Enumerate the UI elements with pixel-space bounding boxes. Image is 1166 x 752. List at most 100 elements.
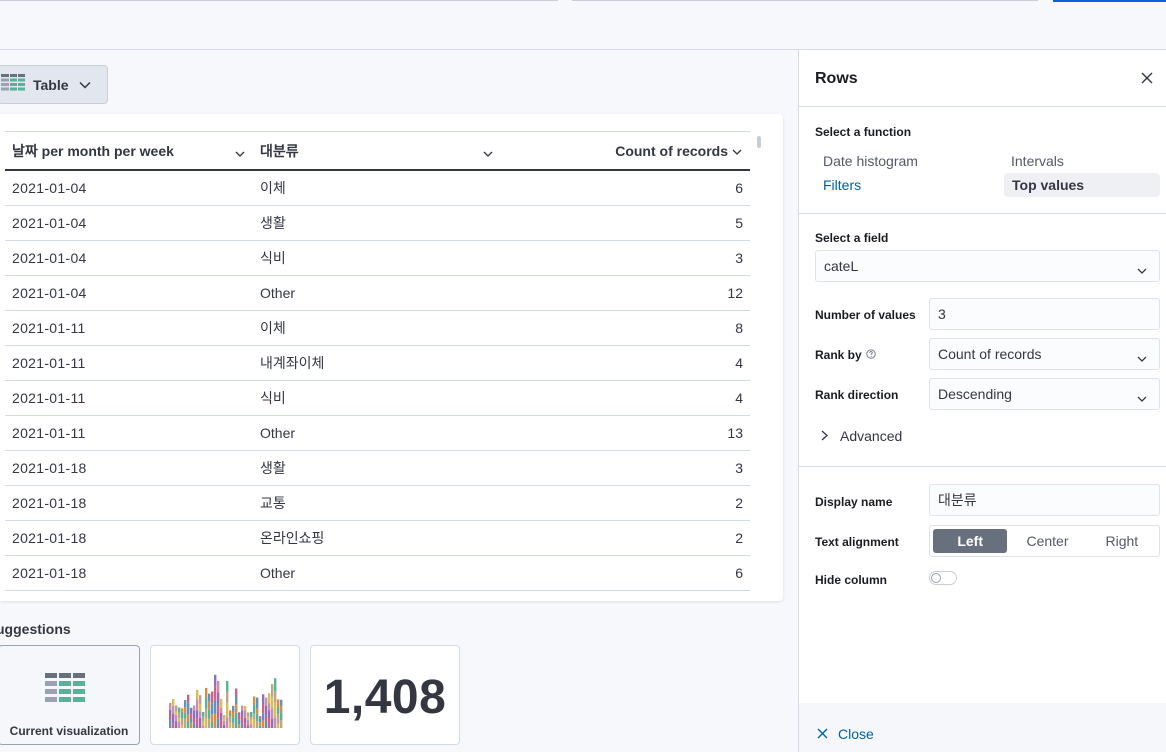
cell-date: 2021-01-18 [12,565,87,581]
close-button[interactable]: Close [817,726,874,742]
cell-count: 13 [727,425,743,441]
table-row: 2021-01-11 이체 8 [5,311,750,346]
cell-count: 4 [735,390,743,406]
cell-date: 2021-01-11 [12,425,86,441]
cell-date: 2021-01-11 [12,355,86,371]
metric-value: 1,408 [323,671,447,724]
cell-category: 생활 [260,215,286,231]
function-section: Select a function Date histogram Interva… [799,107,1166,214]
table-scrollbar[interactable] [757,136,761,148]
table-row: 2021-01-11 식비 4 [5,381,750,416]
cell-count: 3 [735,250,743,266]
align-center-button[interactable]: Center [1010,526,1084,556]
rank-by-label: Rank by [815,348,862,362]
table-header: 날짜 per month per week 대분류 Count of recor… [5,131,750,171]
cell-category: 교통 [260,495,286,511]
align-left-button[interactable]: Left [933,529,1008,553]
rank-direction-label: Rank direction [815,388,899,402]
cell-category: 온라인쇼핑 [260,530,325,546]
refresh-button-edge[interactable] [1053,0,1166,2]
rank-by-label-group: Rank by [815,348,876,362]
field-select[interactable]: cateL [815,250,1160,282]
hide-column-switch[interactable] [929,571,957,585]
column-header-count[interactable]: Count of records [503,132,750,169]
number-of-values-value: 3 [938,306,946,322]
suggestion-bar-chart[interactable] [150,645,300,745]
chevron-down-icon[interactable] [235,145,245,161]
cell-date: 2021-01-11 [12,390,86,406]
rank-by-select[interactable]: Count of records [929,338,1160,370]
function-top-values[interactable]: Top values [1004,173,1160,197]
data-table: 날짜 per month per week 대분류 Count of recor… [5,131,750,591]
flyout-title: Rows [815,70,858,87]
function-date-histogram[interactable]: Date histogram [823,153,918,169]
cell-category: Other [260,285,296,301]
function-intervals[interactable]: Intervals [1011,153,1064,169]
chevron-down-icon[interactable] [483,145,493,161]
display-name-value: 대분류 [938,492,977,508]
table-row: 2021-01-04 생활 5 [5,206,750,241]
close-icon[interactable] [1140,71,1154,85]
cell-category: 식비 [260,250,286,266]
cell-count: 4 [735,355,743,371]
date-picker-edge[interactable] [572,0,1038,1]
question-circle-icon[interactable] [866,348,876,362]
cell-category: 식비 [260,390,286,406]
cell-count: 2 [735,530,743,546]
function-filters[interactable]: Filters [823,177,861,193]
table-row: 2021-01-11 Other 13 [5,416,750,451]
column-header-category[interactable]: 대분류 [253,132,503,169]
chevron-right-icon [821,428,828,444]
text-alignment-label: Text alignment [815,535,899,549]
align-right-button[interactable]: Right [1085,526,1159,556]
cell-date: 2021-01-04 [12,285,87,301]
close-button-label: Close [838,726,874,742]
cell-date: 2021-01-18 [12,530,87,546]
display-section: Display name 대분류 Text alignment Left Cen… [799,467,1166,705]
table-row: 2021-01-04 식비 3 [5,241,750,276]
table-body: 2021-01-04 이체 6 2021-01-04 생활 5 2021-01-04 식비 3 2… [5,171,750,591]
visualization-type-button[interactable]: Table [0,65,108,104]
cell-category: 이체 [260,320,286,336]
cell-count: 2 [735,495,743,511]
bar-chart-thumbnail-icon [169,674,283,728]
chevron-down-icon [79,76,91,94]
cell-date: 2021-01-04 [12,250,87,266]
advanced-label: Advanced [840,428,903,444]
column-header-label: 대분류 [260,142,299,159]
text-alignment-group: Left Center Right [929,525,1160,557]
number-of-values-input[interactable]: 3 [929,298,1160,330]
column-header-label: Count of records [615,142,728,159]
query-input-edge[interactable] [0,0,558,1]
suggestion-metric[interactable]: 1,408 [310,645,460,745]
dimension-editor-flyout: Rows Select a function Date histogram In… [798,50,1166,752]
cell-category: 생활 [260,460,286,476]
rank-direction-select[interactable]: Descending [929,378,1160,410]
cell-count: 12 [727,285,743,301]
rank-by-value: Count of records [938,346,1042,362]
cell-date: 2021-01-11 [12,320,86,336]
data-table-panel: 날짜 per month per week 대분류 Count of recor… [0,114,783,601]
switch-knob [931,573,941,583]
cell-date: 2021-01-18 [12,495,87,511]
cell-category: Other [260,565,296,581]
table-icon [1,73,25,96]
table-row: 2021-01-04 Other 12 [5,276,750,311]
table-icon [45,673,85,708]
cell-count: 6 [735,565,743,581]
cell-category: 이체 [260,180,286,196]
table-row: 2021-01-18 온라인쇼핑 2 [5,521,750,556]
column-header-date[interactable]: 날짜 per month per week [5,132,253,169]
field-select-value: cateL [824,258,859,274]
rank-direction-value: Descending [938,386,1012,402]
number-of-values-label: Number of values [815,308,916,322]
cell-count: 5 [735,215,743,231]
display-name-input[interactable]: 대분류 [929,484,1160,516]
field-section: Select a field cateL Number of values 3 … [799,214,1166,467]
advanced-toggle[interactable]: Advanced [821,428,902,444]
suggestion-current-visualization[interactable]: Current visualization [0,645,140,745]
hide-column-label: Hide column [815,573,888,587]
suggestions-title: uggestions [0,621,71,637]
chevron-down-icon [1137,350,1147,366]
chevron-down-icon[interactable] [732,143,742,159]
